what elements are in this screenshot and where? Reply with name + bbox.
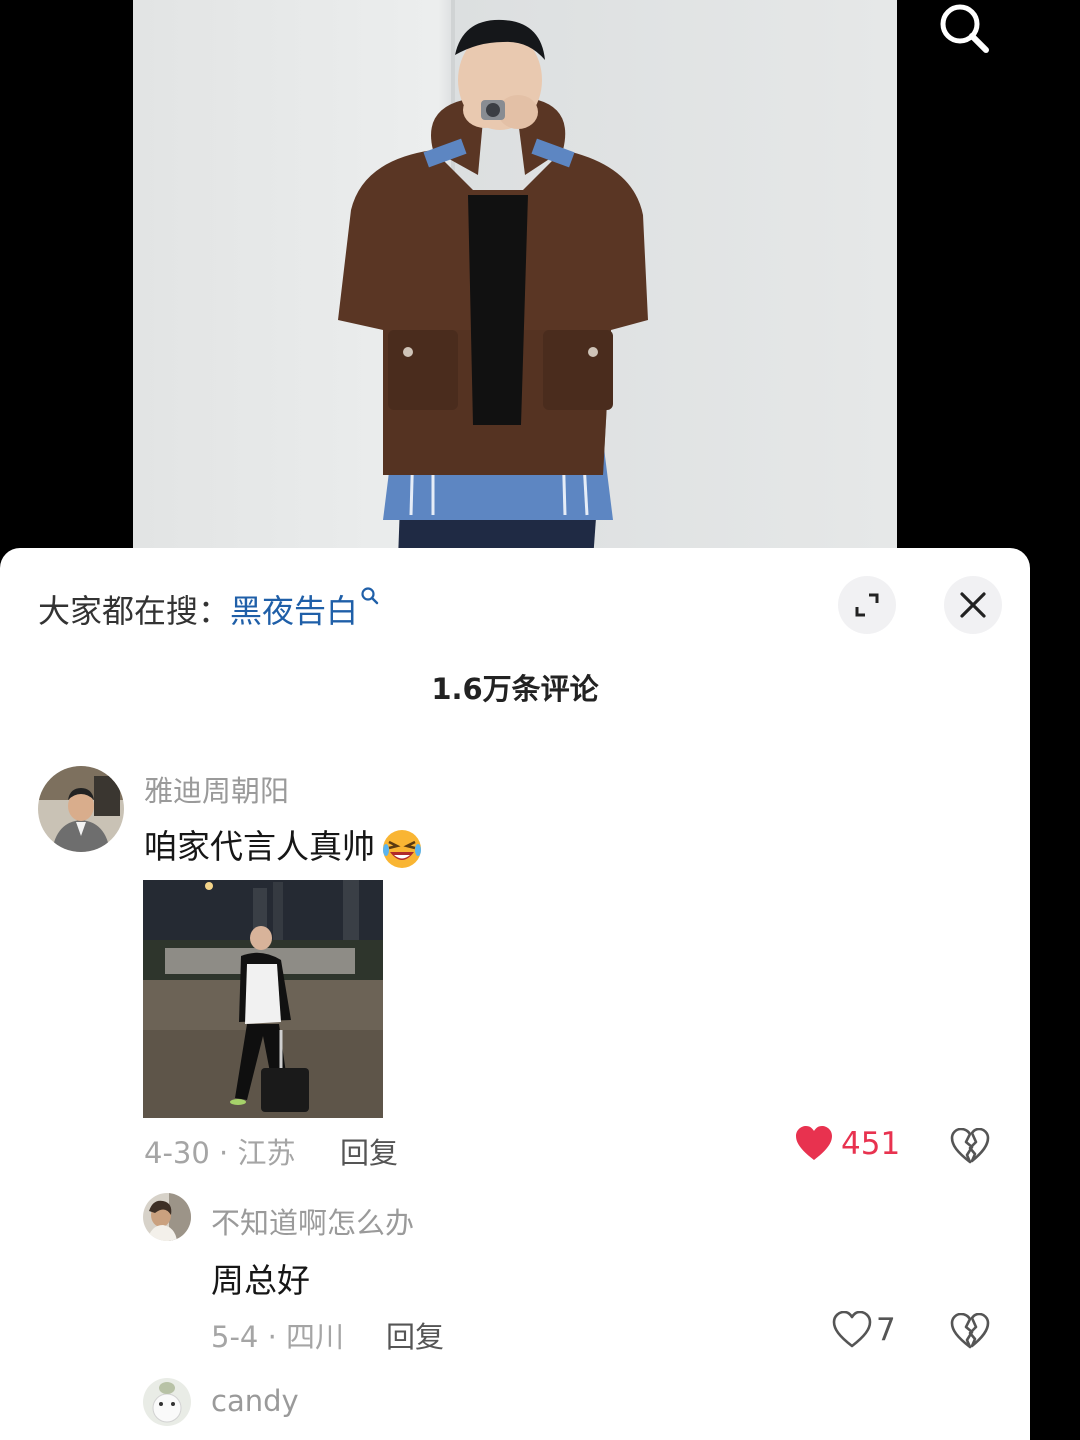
broken-heart-icon [950,1312,990,1349]
like-button[interactable]: 451 [795,1126,900,1162]
comment-meta: 4-30 · 江苏 [144,1136,296,1170]
hot-search-prefix: 大家都在搜： [38,592,231,630]
comment-media-thumbnail[interactable] [143,880,383,1118]
dislike-button[interactable] [950,1312,990,1353]
search-icon [940,4,989,53]
dislike-button[interactable] [950,1127,990,1168]
reply-button[interactable]: 回复 [340,1130,398,1172]
heart-filled-icon [796,1126,832,1160]
heart-outline-icon [832,1311,872,1348]
avatar-image [143,1378,191,1426]
search-button[interactable] [930,0,996,58]
reply-avatar[interactable] [143,1193,191,1241]
close-button[interactable] [944,576,1002,634]
reply-meta: 5-4 · 四川 [211,1320,345,1354]
comment-count: 1.6万条评论 [431,672,599,706]
expand-button[interactable] [838,576,896,634]
reply-text: 周总好 [211,1261,310,1300]
avatar-image [38,766,124,852]
close-icon [960,592,986,618]
hot-search-keyword-link[interactable]: 黑夜告白 [230,592,358,630]
laughing-crying-emoji-icon [383,829,421,868]
commenter-name[interactable]: 雅迪周朝阳 [144,768,289,810]
video-area[interactable] [0,0,1080,560]
avatar-image [143,1193,191,1241]
reply-user-name[interactable]: 不知道啊怎么办 [211,1200,414,1242]
reply-user-name[interactable]: candy [211,1384,299,1418]
like-button[interactable]: 7 [832,1311,896,1349]
search-small-icon [361,587,379,605]
reply-button[interactable]: 回复 [386,1314,444,1356]
reply-avatar[interactable] [143,1378,191,1426]
broken-heart-icon [950,1127,990,1164]
like-count: 451 [841,1126,901,1162]
video-image [338,0,648,560]
comment-text: 咱家代言人真帅 [144,820,423,870]
expand-icon [855,593,879,617]
hot-search-bar: 大家都在搜：黑夜告白 [38,586,380,632]
media-image [143,880,383,1118]
like-count: 7 [876,1312,896,1348]
commenter-avatar[interactable] [38,766,124,852]
comment-text-content: 咱家代言人真帅 [144,827,375,866]
video-frame[interactable] [133,0,897,560]
comment-panel: 大家都在搜：黑夜告白 1.6万条评论 雅迪周朝阳 咱家代言人真帅 4-30 · … [0,548,1030,1440]
